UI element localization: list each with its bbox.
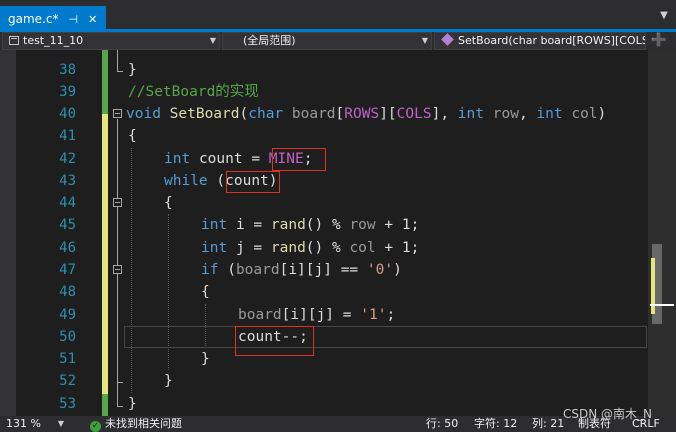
tab-overflow-chevron-icon[interactable]: ▼ bbox=[658, 10, 670, 22]
collapse-toggle-icon[interactable] bbox=[113, 198, 122, 207]
line-number: 45 bbox=[59, 217, 76, 233]
split-window-button[interactable]: ➕ bbox=[650, 33, 668, 49]
code-line-39: //SetBoard的实现 bbox=[128, 84, 259, 100]
code-line-53: } bbox=[128, 396, 137, 412]
document-tab-strip: game.c* ⊣ ✕ ▼ bbox=[0, 0, 676, 32]
current-line-highlight bbox=[124, 326, 647, 348]
method-icon bbox=[441, 33, 454, 46]
line-number: 40 bbox=[59, 106, 76, 122]
indent-guide bbox=[131, 148, 132, 393]
code-line-45: int i = rand() % row + 1; bbox=[201, 217, 420, 233]
line-number: 53 bbox=[59, 396, 76, 412]
code-line-40: void SetBoard(char board[ROWS][COLS], in… bbox=[126, 106, 607, 122]
issues-indicator[interactable]: ✓ 未找到相关问题 bbox=[90, 416, 182, 432]
line-number: 43 bbox=[59, 173, 76, 189]
status-col[interactable]: 列: 21 bbox=[532, 416, 564, 432]
code-line-49: board[i][j] = '1'; bbox=[238, 307, 396, 323]
member-dropdown[interactable]: SetBoard(char board[ROWS][COLS], int row… bbox=[434, 32, 646, 50]
line-number: 41 bbox=[59, 128, 76, 144]
editor-margin-strip bbox=[0, 50, 16, 416]
code-line-47: if (board[i][j] == '0') bbox=[201, 262, 402, 278]
issues-text: 未找到相关问题 bbox=[105, 417, 182, 430]
pin-icon[interactable]: ⊣ bbox=[68, 13, 78, 26]
line-number: 44 bbox=[59, 195, 76, 211]
code-line-44: { bbox=[164, 195, 173, 211]
outline-end bbox=[117, 71, 123, 72]
caret-position-marker bbox=[650, 304, 674, 306]
line-number: 51 bbox=[59, 351, 76, 367]
close-icon[interactable]: ✕ bbox=[88, 13, 97, 26]
check-circle-icon: ✓ bbox=[90, 421, 101, 432]
status-char[interactable]: 字符: 12 bbox=[474, 416, 517, 432]
chevron-down-icon: ▼ bbox=[209, 36, 216, 45]
line-number: 42 bbox=[59, 151, 76, 167]
status-line[interactable]: 行: 50 bbox=[426, 416, 458, 432]
zoom-level: 131 % bbox=[6, 417, 41, 430]
chevron-down-icon: ▼ bbox=[421, 36, 428, 45]
project-icon bbox=[9, 36, 19, 45]
scope-name: (全局范围) bbox=[243, 34, 296, 47]
watermark: CSDN @南木_N bbox=[563, 407, 653, 421]
outline-line bbox=[117, 50, 118, 71]
saved-change-bar bbox=[102, 394, 108, 416]
line-number: 38 bbox=[59, 62, 76, 78]
unsaved-change-bar bbox=[102, 114, 108, 394]
code-line-38: } bbox=[128, 62, 137, 78]
tab-title: game.c* bbox=[8, 12, 59, 26]
line-number: 52 bbox=[59, 373, 76, 389]
vertical-scrollbar[interactable] bbox=[648, 50, 676, 416]
project-name: test_11_10 bbox=[23, 34, 84, 47]
collapse-toggle-icon[interactable] bbox=[113, 265, 122, 274]
project-dropdown[interactable]: test_11_10 ▼ bbox=[2, 32, 220, 50]
outline-end bbox=[117, 382, 123, 383]
code-line-52: } bbox=[164, 373, 173, 389]
scope-dropdown[interactable]: (全局范围) ▼ bbox=[222, 32, 432, 50]
line-number: 46 bbox=[59, 240, 76, 256]
line-number: 49 bbox=[59, 307, 76, 323]
code-line-41: { bbox=[128, 128, 137, 144]
outline-line bbox=[117, 119, 118, 406]
code-line-48: { bbox=[201, 284, 210, 300]
annotation-box-count bbox=[226, 171, 280, 193]
saved-change-bar bbox=[102, 50, 108, 114]
collapse-toggle-icon[interactable] bbox=[113, 109, 122, 118]
line-number: 47 bbox=[59, 262, 76, 278]
annotation-box-count-decrement bbox=[235, 326, 314, 356]
line-number: 48 bbox=[59, 284, 76, 300]
line-number: 50 bbox=[59, 329, 76, 345]
code-editor[interactable]: 38 39 40 41 42 43 44 45 46 47 48 49 50 5… bbox=[0, 50, 648, 416]
zoom-dropdown[interactable]: 131 % ▼ bbox=[6, 416, 64, 432]
code-line-46: int j = rand() % col + 1; bbox=[201, 240, 420, 256]
annotation-box-mine bbox=[272, 148, 326, 171]
navigation-bar: test_11_10 ▼ (全局范围) ▼ SetBoard(char boar… bbox=[0, 32, 676, 50]
line-number: 39 bbox=[59, 84, 76, 100]
code-line-51: } bbox=[201, 351, 210, 367]
outline-end bbox=[117, 406, 123, 407]
chevron-down-icon: ▼ bbox=[57, 419, 64, 428]
member-name: SetBoard(char board[ROWS][COLS], int row… bbox=[458, 34, 646, 47]
